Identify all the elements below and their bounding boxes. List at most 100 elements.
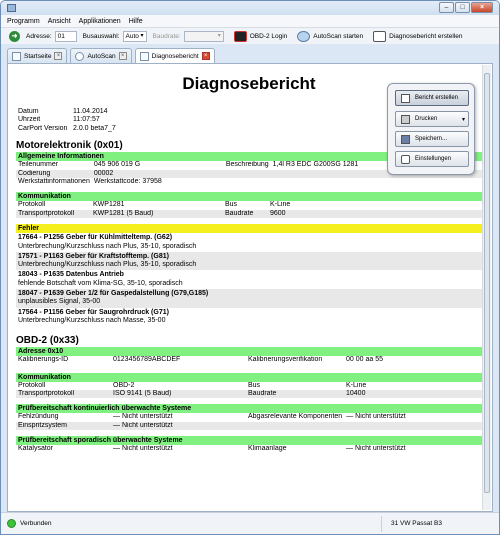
- speichern-button[interactable]: Speichern...: [395, 131, 469, 147]
- fault-code: 17664 - P1256 Geber für Kühlmitteltemp. …: [18, 234, 173, 242]
- obd2-login-button[interactable]: OBD-2 Login: [233, 30, 287, 42]
- report-icon: [401, 93, 410, 103]
- home-icon: [12, 51, 21, 61]
- readiness-value: Nicht unterstützt: [355, 413, 406, 421]
- chevron-down-icon[interactable]: ▾: [462, 116, 465, 123]
- printer-icon: [401, 114, 410, 124]
- connect-arrow-icon[interactable]: ➜: [9, 30, 20, 42]
- cell: KWP1281 (5 Baud): [91, 209, 223, 219]
- cell: [224, 178, 271, 186]
- menu-ansicht[interactable]: Ansicht: [48, 18, 71, 25]
- button-label: Drucken: [415, 116, 438, 122]
- cell: Codierung: [16, 169, 92, 179]
- section-header: Kommunikation: [16, 192, 482, 202]
- tab-startseite[interactable]: Startseite ×: [7, 48, 68, 63]
- section-header: Kommunikation: [16, 372, 482, 382]
- tab-label: Diagnosebericht: [151, 52, 199, 60]
- tab-autoscan[interactable]: AutoScan ×: [70, 48, 132, 63]
- fault-item: 18043 - P1635 Datenbus Antrieb fehlende B…: [16, 270, 482, 289]
- fault-item: 17564 - P1156 Geber für Saugrohrdruck (G…: [16, 308, 482, 327]
- minimize-button[interactable]: –: [439, 2, 454, 13]
- cell: Bus: [248, 381, 261, 389]
- button-label: Speichern...: [415, 136, 448, 142]
- section-header: Prüfbereitschaft sporadisch überwachte S…: [16, 436, 482, 446]
- bericht-erstellen-button[interactable]: Bericht erstellen: [395, 90, 469, 106]
- autoscan-icon: [297, 30, 311, 42]
- drucken-button[interactable]: Drucken ▾: [395, 111, 469, 127]
- tab-close-icon[interactable]: ×: [54, 52, 63, 60]
- fault-item: 18047 - P1639 Geber 1/2 für Gaspedalstel…: [16, 289, 482, 308]
- cell: [246, 421, 345, 431]
- cell: Werkstattcode: 37958: [93, 178, 162, 186]
- diagnosebericht-label: Diagnosebericht erstellen: [389, 32, 463, 40]
- einstellungen-button[interactable]: Einstellungen: [395, 151, 469, 167]
- cell: Protokoll: [18, 201, 46, 209]
- cell: Baudrate: [223, 209, 268, 219]
- fault-code: 17571 - P1163 Geber für Kraftstofftemp. …: [18, 252, 169, 260]
- cell: 9600: [268, 209, 482, 219]
- status-divider: [381, 516, 382, 532]
- fault-description: unplausibles Signal, 35-00: [18, 298, 101, 306]
- cell: [344, 421, 482, 431]
- cell: Abgasrelevante Komponenten: [248, 413, 343, 421]
- menu-programm[interactable]: Programm: [7, 18, 40, 25]
- maximize-button[interactable]: □: [455, 2, 470, 13]
- scrollbar-thumb[interactable]: [484, 73, 490, 493]
- cell: OBD-2: [113, 381, 135, 389]
- fault-header: Fehler: [16, 224, 482, 234]
- busauswahl-select[interactable]: Auto: [122, 30, 147, 42]
- cell: KWP1281: [93, 201, 125, 209]
- cell: Kalibrierungsverifikation: [248, 356, 323, 364]
- readiness-value: Nicht unterstützt: [121, 421, 173, 429]
- button-label: Bericht erstellen: [415, 95, 459, 101]
- tab-label: Startseite: [24, 52, 52, 60]
- diagnosebericht-button[interactable]: Diagnosebericht erstellen: [373, 30, 463, 42]
- fault-code: 17564 - P1156 Geber für Saugrohrdruck (G…: [18, 308, 169, 316]
- status-bar: Verbunden 31 VW Passat B3: [1, 512, 499, 534]
- window-controls: – □ ×: [439, 2, 493, 13]
- report-icon: [373, 30, 387, 42]
- autoscan-start-button[interactable]: AutoScan starten: [297, 30, 364, 42]
- sporadic-readiness-table: Katalysator — Nicht unterstützt Klimaanlag…: [16, 445, 482, 453]
- magnifier-icon: [75, 51, 85, 61]
- cell: — Nicht unterstützt: [113, 445, 173, 453]
- connection-status-icon: [7, 519, 16, 528]
- section-header: Prüfbereitschaft kontinuierlich überwach…: [16, 404, 482, 414]
- cell: Transportprotokoll: [16, 209, 91, 219]
- fault-description: Unterbrechung/Kurzschluss nach Masse, 35…: [18, 316, 166, 324]
- cell: Transportprotokoll: [16, 390, 111, 399]
- cell: [223, 169, 271, 179]
- vertical-scrollbar[interactable]: [482, 65, 491, 510]
- menu-applikationen[interactable]: Applikationen: [79, 18, 121, 25]
- tab-diagnosebericht[interactable]: Diagnosebericht ×: [134, 48, 215, 63]
- menu-hilfe[interactable]: Hilfe: [129, 18, 143, 25]
- report-icon: [139, 51, 149, 61]
- cell: ISO 9141 (5 Baud): [111, 390, 246, 399]
- adresse-input[interactable]: 01: [54, 30, 77, 42]
- obd2-icon: [233, 30, 247, 42]
- cell: 0123456789ABCDEF: [113, 356, 181, 364]
- fault-description: fehlende Botschaft vom Klima-SG, 35-10, …: [18, 279, 183, 287]
- cell: — Nicht unterstützt: [346, 413, 406, 421]
- cell: [271, 178, 482, 186]
- fault-item: 17664 - P1256 Geber für Kühlmitteltemp. …: [16, 233, 482, 252]
- cell: 00 00 aa 55: [346, 356, 383, 364]
- readiness-value: Nicht unterstützt: [121, 413, 173, 421]
- baudrate-select[interactable]: [183, 30, 224, 42]
- cell: 00002: [91, 169, 224, 179]
- busauswahl-label: Busauswahl:: [82, 32, 120, 40]
- close-button[interactable]: ×: [471, 2, 493, 13]
- readiness-value: Nicht unterstützt: [121, 445, 173, 453]
- fault-item: 17571 - P1163 Geber für Kraftstofftemp. …: [16, 251, 482, 271]
- cell: Protokoll: [18, 381, 46, 389]
- button-label: Einstellungen: [415, 156, 452, 162]
- vehicle-name: 31 VW Passat B3: [391, 520, 442, 527]
- cell: Bus: [225, 201, 238, 209]
- tab-close-icon[interactable]: ×: [201, 52, 210, 60]
- cell: Einspritzsystem: [16, 421, 111, 431]
- cell: Beschreibung: [225, 161, 269, 169]
- meta-key: Uhrzeit: [18, 116, 41, 124]
- autoscan-start-label: AutoScan starten: [313, 32, 364, 40]
- tab-close-icon[interactable]: ×: [118, 52, 127, 60]
- fault-description: Unterbrechung/Kurzschluss nach Plus, 35-…: [18, 261, 197, 269]
